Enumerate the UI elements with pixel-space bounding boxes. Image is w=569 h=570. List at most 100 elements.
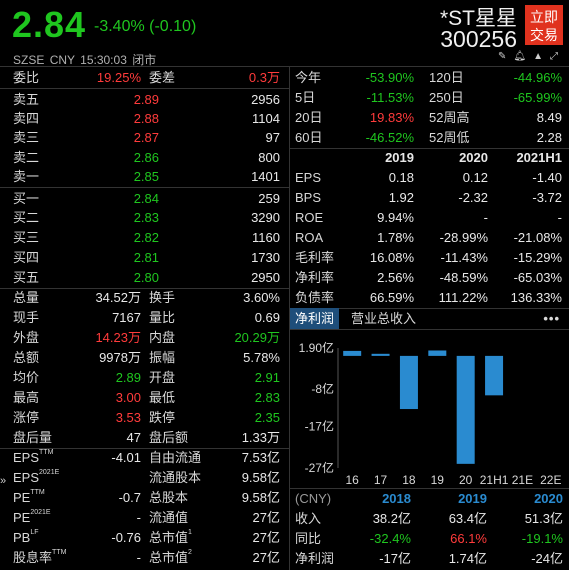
ratio-value: 1.78%	[377, 230, 414, 245]
ratio-row: BPS 1.92 -2.32 -3.72	[290, 188, 569, 208]
stat-value: 20.29万	[234, 330, 280, 345]
ratio-row: EPS 0.18 0.12 -1.40	[290, 168, 569, 188]
bid-price: 2.80	[133, 270, 159, 285]
bid-label: 买一	[13, 191, 40, 206]
fund-label: 股息率TTM	[13, 549, 67, 565]
exchange-label: SZSE	[13, 53, 45, 67]
bid-label: 买二	[13, 210, 40, 225]
annual-value: 51.3亿	[524, 511, 563, 526]
perf-value: 2.28	[536, 130, 562, 145]
bar	[485, 355, 504, 396]
price-change: -3.40% (-0.10)	[94, 18, 197, 35]
fund-label: PETTM	[13, 489, 45, 505]
fund-label: 总市值1	[149, 529, 192, 545]
ask-volume: 97	[265, 130, 280, 145]
ratio-value: -2.32	[458, 190, 488, 205]
stat-label: 外盘	[13, 330, 40, 345]
ratio-label: 委比	[13, 70, 40, 85]
fund-row: PETTM -0.7 总股本 9.58亿	[0, 488, 289, 508]
ratio-label: 毛利率	[295, 250, 335, 265]
bid-row[interactable]: 买四 2.81 1730	[0, 248, 289, 268]
ratio-value: 16.08%	[369, 250, 414, 265]
collapse-panel-icon[interactable]: »	[0, 475, 9, 487]
ratio-value: 136.33%	[510, 290, 562, 305]
bid-label: 买四	[13, 250, 40, 265]
market-status: 闭市	[132, 53, 157, 67]
stat-value: 14.23万	[95, 330, 141, 345]
bid-row[interactable]: 买五 2.80 2950	[0, 268, 289, 288]
currency-label: CNY	[49, 53, 75, 67]
ask-row[interactable]: 卖三 2.87 97	[0, 128, 289, 148]
bell-icon[interactable]: 🔔︎	[513, 51, 533, 62]
ratio-value: 66.59%	[369, 290, 414, 305]
fund-value: -4.01	[111, 450, 141, 465]
perf-row: 60日 -46.52% 52周低 2.28	[290, 128, 569, 148]
stat-label: 跌停	[149, 410, 176, 425]
stat-label: 换手	[149, 290, 176, 305]
fund-value: 9.58亿	[241, 490, 280, 505]
x-tick-label: 22E	[540, 473, 561, 487]
bar	[399, 355, 418, 410]
stat-label: 涨停	[13, 410, 40, 425]
ratio-year: 2020	[459, 150, 488, 165]
net-profit-chart: 1.90亿 -8亿 -17亿 -27亿 16 17 18 19 20 21H1 21E 22E	[299, 340, 562, 487]
bid-row[interactable]: 买三 2.82 1160	[0, 228, 289, 248]
ratio-value: -11.43%	[440, 250, 488, 265]
ask-row[interactable]: 卖四 2.88 1104	[0, 109, 289, 129]
stat-row: 外盘 14.23万 内盘 20.29万	[0, 328, 289, 348]
annual-label: 净利润	[295, 551, 335, 566]
perf-label: 60日	[295, 130, 323, 145]
edit-icon[interactable]: ✎	[498, 51, 513, 62]
fund-value: 27亿	[252, 510, 280, 525]
annual-value: -24亿	[531, 551, 563, 566]
bid-label: 买三	[13, 230, 40, 245]
bid-row[interactable]: 买二 2.83 3290	[0, 208, 289, 228]
stat-value: 34.52万	[95, 290, 141, 305]
ratio-row: 净利率 2.56% -48.59% -65.03%	[290, 268, 569, 288]
diff-value: 0.3万	[248, 70, 280, 85]
y-tick-label: -27亿	[305, 460, 334, 475]
fund-label: 总股本	[149, 490, 189, 505]
stat-value: 3.00	[115, 390, 141, 405]
ask-row[interactable]: 卖一 2.85 1401	[0, 167, 289, 187]
bid-row[interactable]: 买一 2.84 259	[0, 189, 289, 209]
bar	[456, 355, 475, 464]
perf-label: 250日	[429, 90, 464, 105]
expand-icon[interactable]: ⤢	[550, 51, 565, 62]
fund-value: 27亿	[252, 530, 280, 545]
perf-value: 8.49	[536, 110, 562, 125]
annual-year: 2019	[458, 491, 487, 506]
ask-row[interactable]: 卖五 2.89 2956	[0, 90, 289, 110]
trade-now-button[interactable]: 立即 交易	[525, 5, 563, 45]
perf-label: 今年	[295, 70, 322, 85]
bid-price: 2.82	[133, 230, 159, 245]
ask-label: 卖五	[13, 92, 40, 107]
header-icons: ✎🔔︎▲⤢	[498, 51, 565, 62]
perf-row: 20日 19.83% 52周高 8.49	[290, 108, 569, 128]
stat-label: 盘后额	[149, 430, 189, 445]
perf-label: 120日	[429, 70, 464, 85]
stat-label: 量比	[149, 310, 176, 325]
tab-revenue[interactable]: 营业总收入	[346, 308, 421, 329]
stat-row: 总量 34.52万 换手 3.60%	[0, 288, 289, 308]
stat-label: 最低	[149, 390, 176, 405]
x-tick-label: 20	[459, 473, 473, 487]
fund-value: -0.76	[111, 530, 141, 545]
ratio-row: ROE 9.94% - -	[290, 208, 569, 228]
ratio-row: ROA 1.78% -28.99% -21.08%	[290, 228, 569, 248]
ask-row[interactable]: 卖二 2.86 800	[0, 148, 289, 168]
ratio-label: 负债率	[295, 290, 335, 305]
more-options-icon[interactable]: •••	[538, 308, 565, 329]
ask-label: 卖二	[13, 150, 40, 165]
pin-icon[interactable]: ▲	[533, 51, 550, 62]
ratio-value: 0.12	[462, 170, 488, 185]
trade-button-line2: 交易	[530, 27, 558, 43]
fund-value: -0.7	[118, 490, 141, 505]
x-tick-label: 19	[431, 473, 445, 487]
ratio-value: 19.25%	[96, 70, 141, 85]
tab-net-profit[interactable]: 净利润	[290, 308, 340, 329]
ratio-value: -21.08%	[513, 230, 562, 245]
fund-label: EPS2021E	[13, 469, 60, 485]
bar	[343, 350, 362, 356]
chart-tabs: 净利润 营业总收入 •••	[290, 308, 569, 329]
